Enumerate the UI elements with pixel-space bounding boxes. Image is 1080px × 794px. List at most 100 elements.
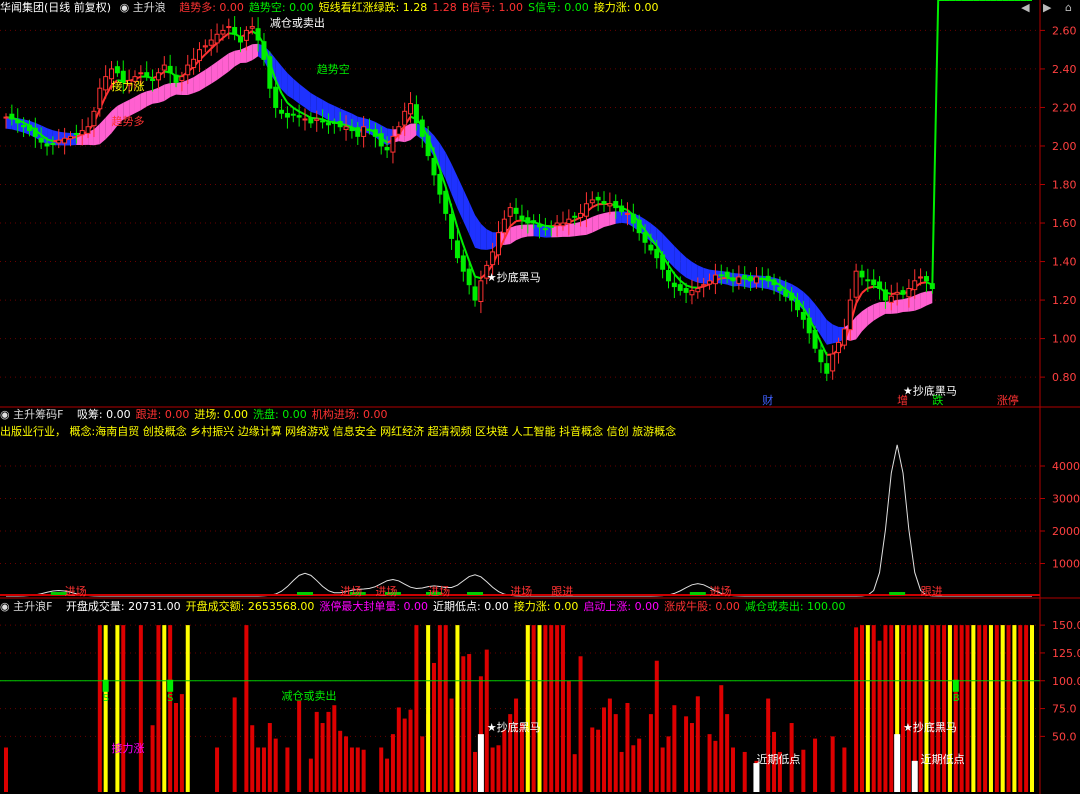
signal-bar	[631, 745, 636, 792]
stock-chart-window: 2.60 2.40 2.20 2.00 1.80 1.60 1.40 1.20 1.00 0.80…	[0, 0, 1080, 794]
candle-body	[566, 218, 572, 224]
trend-band-segment	[521, 224, 528, 238]
low-point-bar	[911, 760, 918, 792]
candle-body	[390, 135, 396, 153]
signal-annotation: ★抄底黑马	[903, 720, 957, 734]
signal-bar	[4, 747, 8, 792]
relay-bar	[988, 625, 993, 792]
trend-band-segment	[691, 261, 698, 283]
signal-bar	[801, 749, 806, 792]
trend-band-segment	[310, 93, 317, 114]
low-point-bar	[894, 734, 901, 792]
chip-axis-tick-label: 1000	[1052, 558, 1080, 571]
candle-body	[296, 115, 302, 118]
trend-band-segment	[158, 84, 165, 103]
candle-body	[742, 274, 748, 280]
signal-bar	[437, 625, 442, 792]
relay-bar	[1012, 625, 1017, 792]
price-annotation: 减仓或卖出	[270, 16, 325, 30]
event-tag: 增	[897, 393, 908, 407]
trend-band-segment	[475, 214, 481, 250]
candle-body	[759, 278, 765, 281]
candle-body	[443, 190, 449, 214]
trend-band-segment	[234, 49, 241, 67]
pane1-indicator-name[interactable]: ◉ 主升浪	[120, 1, 171, 14]
trend-band-segment	[926, 291, 933, 306]
next-arrow-icon[interactable]: ▶	[1043, 1, 1051, 14]
pane1-value-6: 接力涨: 0.00	[593, 1, 659, 14]
candle-body	[185, 64, 191, 76]
candle-body	[402, 110, 408, 126]
candle-body	[50, 142, 56, 145]
relay-bar	[185, 625, 190, 792]
trend-band-segment	[228, 50, 235, 72]
signal-bar	[555, 625, 560, 792]
pane3-value-3: 近期低点: 0.00	[433, 600, 509, 613]
signal-bar	[813, 738, 818, 792]
signal-bar	[842, 747, 847, 792]
signal-bar	[983, 625, 988, 792]
candle-body	[437, 173, 443, 195]
trend-band-segment	[246, 44, 253, 63]
signal-bar	[467, 654, 472, 792]
signal-bar	[648, 714, 653, 792]
signal-bar	[942, 625, 947, 792]
candle-body	[507, 207, 513, 217]
short-trend-line	[931, 0, 940, 285]
candle-body	[730, 277, 736, 282]
candle-body	[677, 284, 683, 291]
price-axis-tick-label: 2.20	[1052, 101, 1077, 114]
home-icon[interactable]: ⌂	[1065, 1, 1072, 14]
signal-bar	[461, 656, 466, 792]
candle-body	[519, 215, 525, 220]
candle-body	[408, 103, 414, 115]
price-axis-tick-label: 0.80	[1052, 371, 1077, 384]
candle-body	[666, 270, 672, 282]
short-trend-line	[474, 275, 482, 280]
trend-band-segment	[469, 201, 476, 248]
stock-title[interactable]: 华闻集团(日线 前复权)	[0, 1, 111, 14]
trend-band-segment	[615, 211, 622, 224]
candle-body	[501, 218, 507, 234]
relay-bar	[865, 625, 870, 792]
signal-bar	[871, 625, 876, 792]
candle-body	[619, 205, 625, 212]
prev-arrow-icon[interactable]: ◀	[1021, 1, 1029, 14]
pane2-indicator-values: 吸筹: 0.00 跟进: 0.00 进场: 0.00 洗盘: 0.00 机构进场: 0.…	[77, 408, 393, 421]
signal-bar	[402, 718, 407, 792]
signal-bar	[590, 727, 595, 792]
pane2-indicator-name[interactable]: ◉ 主升筹码F	[0, 408, 68, 421]
candle-body	[900, 290, 906, 295]
candle-body	[413, 104, 419, 124]
signal-bar	[883, 625, 888, 792]
chart-canvas[interactable]: 2.60 2.40 2.20 2.00 1.80 1.60 1.40 1.20 1.00 0.80…	[0, 0, 1080, 794]
signal-bar	[385, 758, 390, 792]
candle-body	[695, 288, 701, 293]
candle-body	[830, 353, 836, 372]
trend-band-segment	[47, 128, 53, 146]
signal-annotation: 近期低点	[756, 753, 800, 766]
candle-body	[712, 274, 718, 285]
signal-bar	[977, 625, 982, 792]
candle-body	[144, 72, 150, 78]
candle-body	[167, 65, 173, 74]
candle-body	[21, 125, 27, 128]
signal-bar	[707, 734, 712, 792]
relay-bar	[947, 625, 952, 792]
signal-bar	[684, 716, 689, 792]
signal-bar	[408, 709, 413, 792]
candle-body	[85, 126, 91, 134]
signal-bar	[361, 749, 366, 792]
candle-body	[929, 283, 935, 290]
candle-body	[103, 76, 109, 91]
candle-body	[308, 117, 314, 124]
signal-bar	[766, 698, 771, 792]
signal-bar	[666, 736, 671, 792]
signal-bar	[285, 747, 290, 792]
pane3-indicator-name[interactable]: ◉ 主升浪F	[0, 600, 57, 613]
trend-band-segment	[164, 82, 171, 101]
signal-bar	[830, 736, 835, 792]
short-trend-line	[591, 203, 599, 209]
signal-bar	[672, 705, 677, 792]
signal-bar	[390, 734, 395, 792]
